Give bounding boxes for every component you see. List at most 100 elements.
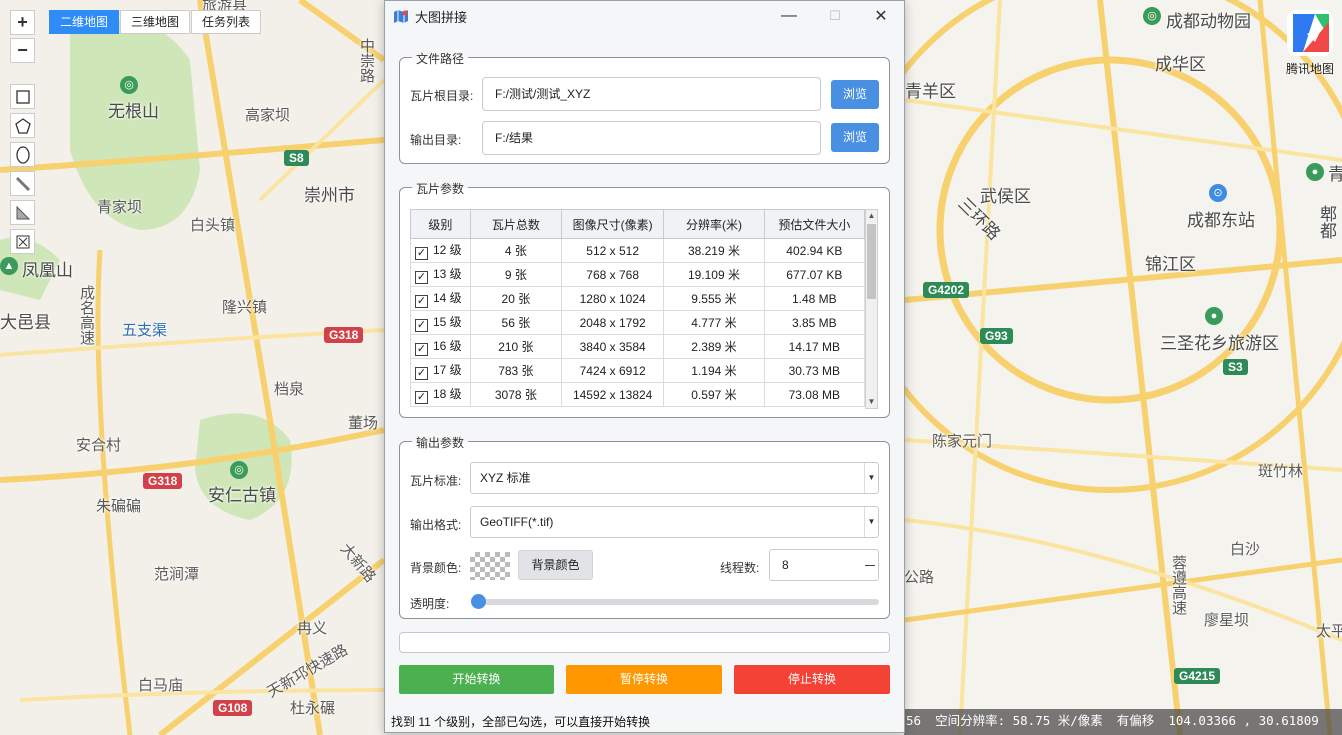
level-text: 13 级: [433, 267, 462, 281]
level-checkbox[interactable]: ✓: [415, 391, 428, 404]
conversion-progress-bar: [399, 632, 890, 653]
tab-task-list[interactable]: 任务列表: [191, 10, 262, 34]
map-mode-tabs: 二维地图 三维地图 任务列表: [49, 10, 262, 34]
table-row[interactable]: ✓ 15 级 56 张 2048 x 1792 4.777 米 3.85 MB: [410, 310, 866, 335]
level-checkbox[interactable]: ✓: [415, 295, 428, 308]
map-label: 档泉: [274, 381, 305, 398]
draw-ellipse-button[interactable]: [10, 142, 35, 167]
chevron-down-icon: ▼: [864, 463, 878, 493]
level-cell: ✓ 13 级: [410, 262, 471, 287]
column-header[interactable]: 分辨率(米): [663, 209, 765, 239]
resolution-cell: 1.194 米: [663, 358, 765, 383]
map-label: 中崇路: [358, 38, 375, 83]
draw-rectangle-button[interactable]: [10, 84, 35, 109]
image-size-cell: 768 x 768: [560, 262, 665, 287]
opacity-slider-track[interactable]: [472, 599, 879, 605]
column-header[interactable]: 图像尺寸(像素): [560, 209, 665, 239]
image-size-cell: 7424 x 6912: [560, 358, 665, 383]
thread-count-label: 线程数:: [720, 561, 760, 575]
thread-count-value: 8: [782, 558, 789, 572]
image-size-cell: 14592 x 13824: [560, 382, 665, 407]
map-label: 陈家元门: [932, 433, 993, 450]
tile-params-group: 瓦片参数 级别 瓦片总数 图像尺寸(像素) 分辨率(米) 预估文件大小 ✓ 12 …: [399, 180, 890, 418]
map-label: 安仁古镇: [208, 486, 276, 505]
browse-output-button[interactable]: 浏览: [831, 123, 879, 152]
output-dir-label: 输出目录:: [410, 133, 462, 147]
road-shield: S3: [1223, 359, 1248, 375]
maximize-button[interactable]: ☐: [812, 1, 858, 31]
table-row[interactable]: ✓ 17 级 783 张 7424 x 6912 1.194 米 30.73 MB: [410, 358, 866, 383]
thread-count-spinbox[interactable]: 8: [769, 549, 879, 581]
cursor-coordinates: 104.03366 , 30.61809: [1168, 713, 1319, 728]
table-row[interactable]: ✓ 16 级 210 张 3840 x 3584 2.389 米 14.17 MB: [410, 334, 866, 359]
background-color-button[interactable]: 背景颜色: [518, 550, 593, 580]
background-color-swatch: [470, 552, 510, 580]
spatial-resolution: 空间分辨率: 58.75 米/像素: [935, 713, 1103, 728]
column-header[interactable]: 级别: [410, 209, 471, 239]
level-text: 18 级: [433, 387, 462, 401]
opacity-slider-handle[interactable]: [471, 594, 486, 609]
table-row[interactable]: ✓ 18 级 3078 张 14592 x 13824 0.597 米 73.08 MB: [410, 382, 866, 407]
level-text: 16 级: [433, 339, 462, 353]
close-button[interactable]: ✕: [858, 1, 904, 31]
level-cell: ✓ 15 级: [410, 310, 471, 335]
resolution-cell: 0.597 米: [663, 382, 765, 407]
level-cell: ✓ 18 级: [410, 382, 471, 407]
image-size-cell: 512 x 512: [560, 238, 665, 263]
map-label: 大邑县: [0, 313, 51, 332]
draw-polygon-button[interactable]: [10, 113, 35, 138]
map-label: 斑竹林: [1258, 463, 1304, 480]
group-title: 瓦片参数: [412, 180, 469, 197]
minimize-button[interactable]: —: [766, 1, 812, 31]
clear-icon: [16, 235, 29, 248]
level-text: 14 级: [433, 291, 462, 305]
clear-drawing-button[interactable]: [10, 229, 35, 254]
file-path-group: 文件路径 瓦片根目录: F:/测试/测试_XYZ 浏览 输出目录: F:/结果 …: [399, 50, 890, 164]
estimated-size-cell: 3.85 MB: [763, 310, 866, 335]
dialog-title: 大图拼接: [415, 9, 468, 25]
level-checkbox[interactable]: ✓: [415, 247, 428, 260]
tab-2d-map[interactable]: 二维地图: [49, 10, 120, 34]
table-row[interactable]: ✓ 14 级 20 张 1280 x 1024 9.555 米 1.48 MB: [410, 286, 866, 311]
tile-count-cell: 56 张: [469, 310, 562, 335]
scroll-thumb[interactable]: [867, 224, 876, 299]
measure-distance-button[interactable]: [10, 171, 35, 196]
map-label: 白马庙: [138, 677, 184, 694]
output-dir-input[interactable]: F:/结果: [482, 121, 821, 155]
road-shield: G4215: [1174, 668, 1221, 684]
level-checkbox[interactable]: ✓: [415, 367, 428, 380]
tile-standard-select[interactable]: XYZ 标准 ▼: [470, 462, 879, 494]
scroll-up-icon[interactable]: ▲: [866, 210, 877, 222]
tab-3d-map[interactable]: 三维地图: [120, 10, 191, 34]
map-label: 范涧潭: [154, 566, 200, 583]
zoom-in-button[interactable]: +: [10, 10, 35, 35]
tile-root-input[interactable]: F:/测试/测试_XYZ: [482, 77, 821, 111]
scroll-down-icon[interactable]: ▼: [866, 396, 877, 408]
camera-icon: ◎: [120, 76, 138, 94]
measure-area-button[interactable]: [10, 200, 35, 225]
column-header[interactable]: 瓦片总数: [469, 209, 562, 239]
level-checkbox[interactable]: ✓: [415, 319, 428, 332]
level-checkbox[interactable]: ✓: [415, 271, 428, 284]
map-label: 武侯区: [980, 187, 1031, 206]
zoom-out-button[interactable]: −: [10, 38, 35, 63]
estimated-size-cell: 402.94 KB: [763, 238, 866, 263]
map-label: 五支渠: [122, 322, 168, 339]
output-format-select[interactable]: GeoTIFF(*.tif) ▼: [470, 506, 879, 538]
level-checkbox[interactable]: ✓: [415, 343, 428, 356]
triangle-ruler-icon: [16, 205, 30, 219]
column-header[interactable]: 预估文件大小: [763, 209, 866, 239]
tile-count-cell: 210 张: [469, 334, 562, 359]
pause-conversion-button[interactable]: 暂停转换: [566, 665, 722, 694]
table-scrollbar[interactable]: ▲ ▼: [865, 209, 878, 409]
table-row[interactable]: ✓ 13 级 9 张 768 x 768 19.109 米 677.07 KB: [410, 262, 866, 287]
stop-conversion-button[interactable]: 停止转换: [734, 665, 890, 694]
estimated-size-cell: 73.08 MB: [763, 382, 866, 407]
polygon-icon: [14, 117, 31, 134]
tile-count-cell: 4 张: [469, 238, 562, 263]
group-title: 文件路径: [412, 50, 469, 67]
table-row[interactable]: ✓ 12 级 4 张 512 x 512 38.219 米 402.94 KB: [410, 238, 866, 263]
browse-tile-root-button[interactable]: 浏览: [831, 80, 879, 109]
start-conversion-button[interactable]: 开始转换: [399, 665, 554, 694]
resolution-cell: 9.555 米: [663, 286, 765, 311]
